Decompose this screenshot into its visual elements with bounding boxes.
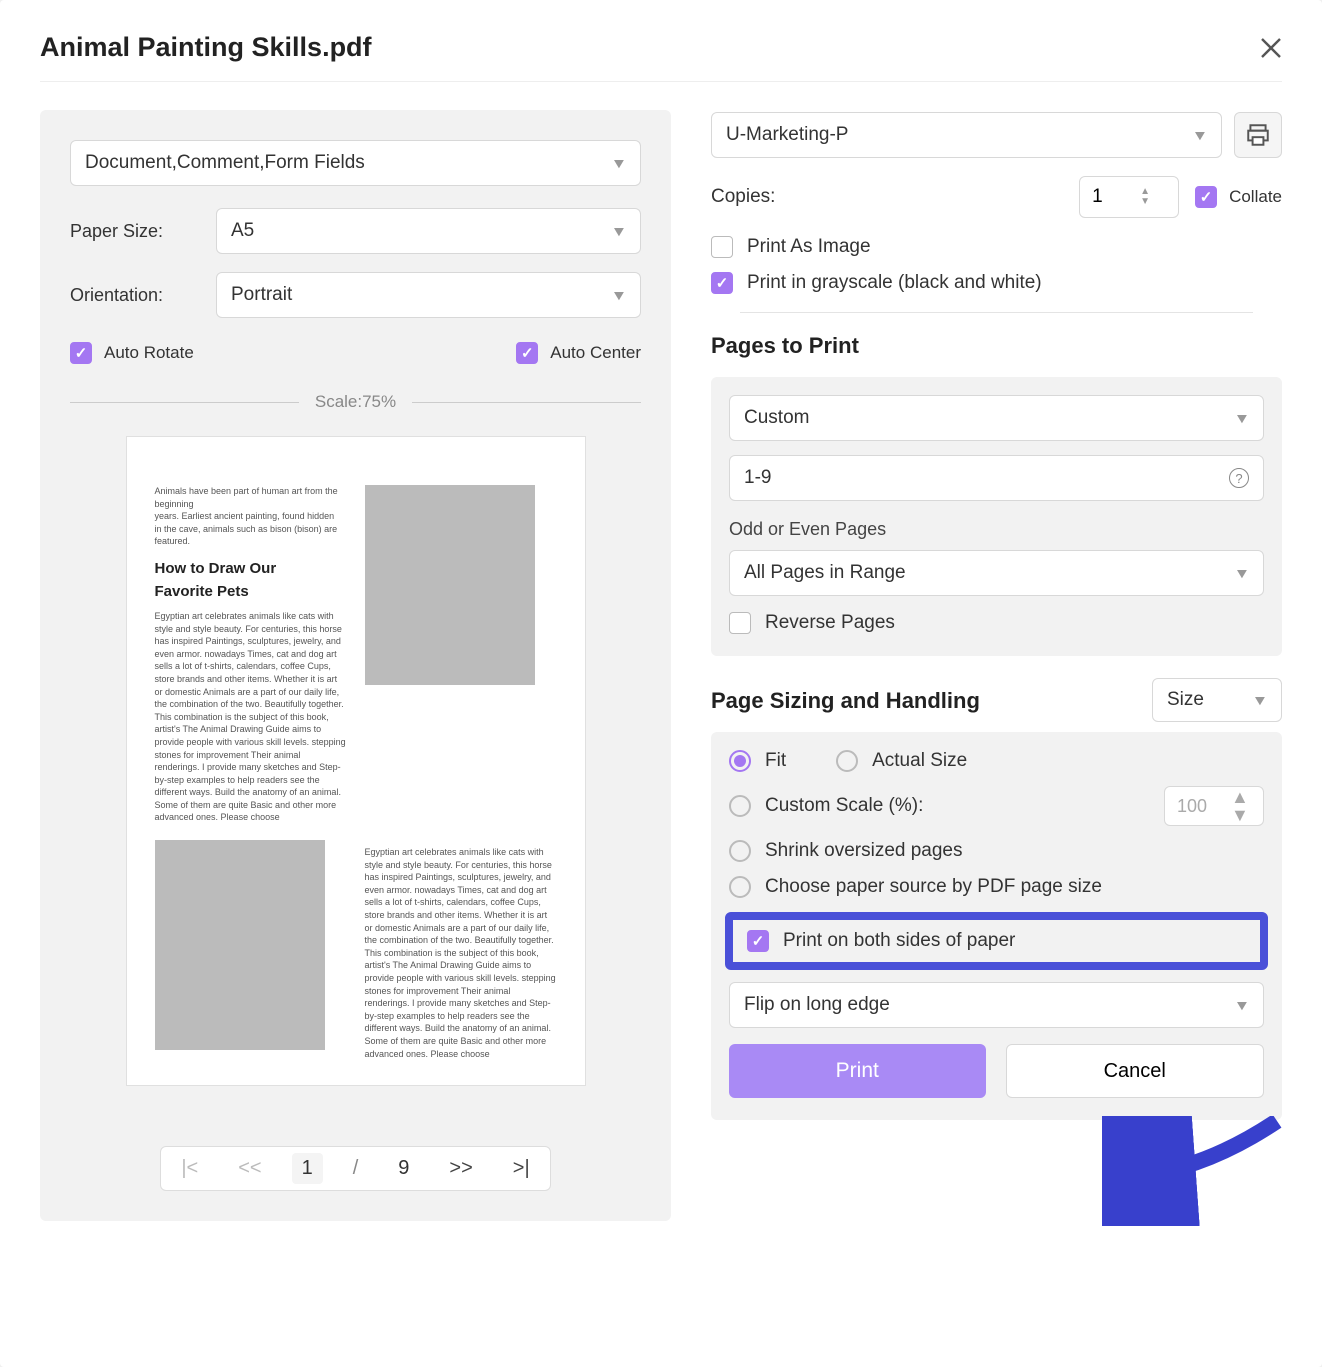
- printer-select[interactable]: U-Marketing-P ▼: [711, 112, 1222, 158]
- copies-input-field[interactable]: [1080, 186, 1140, 208]
- chevron-down-icon: ▼: [611, 223, 628, 239]
- chevron-down-icon: ▼: [611, 287, 628, 303]
- auto-center-checkbox[interactable]: [516, 342, 538, 364]
- orientation-value: Portrait: [231, 284, 292, 306]
- next-page-button[interactable]: >>: [439, 1153, 482, 1184]
- current-page-input[interactable]: 1: [292, 1153, 323, 1184]
- page-range-mode-value: Custom: [744, 407, 809, 429]
- collate-checkbox[interactable]: [1195, 186, 1217, 208]
- pages-to-print-heading: Pages to Print: [711, 333, 1282, 359]
- print-grayscale-label: Print in grayscale (black and white): [747, 272, 1042, 294]
- actual-size-radio[interactable]: [836, 750, 858, 772]
- print-content-value: Document,Comment,Form Fields: [85, 152, 365, 174]
- flip-value: Flip on long edge: [744, 994, 890, 1016]
- paper-size-select[interactable]: A5 ▼: [216, 208, 641, 254]
- chevron-down-icon: ▼: [1234, 997, 1251, 1013]
- custom-scale-input[interactable]: 100 ▲▼: [1164, 786, 1264, 826]
- prev-page-button[interactable]: <<: [228, 1153, 271, 1184]
- printer-properties-button[interactable]: [1234, 112, 1282, 158]
- page-sizing-heading: Page Sizing and Handling: [711, 688, 980, 714]
- custom-scale-radio[interactable]: [729, 795, 751, 817]
- size-mode-value: Size: [1167, 689, 1204, 711]
- print-preview: Animals have been part of human art from…: [126, 436, 586, 1086]
- dialog-title: Animal Painting Skills.pdf: [40, 32, 372, 63]
- total-pages: 9: [388, 1153, 419, 1184]
- print-content-select[interactable]: Document,Comment,Form Fields ▼: [70, 140, 641, 186]
- last-page-button[interactable]: >|: [503, 1153, 540, 1184]
- actual-size-label: Actual Size: [872, 750, 967, 772]
- size-mode-select[interactable]: Size ▼: [1152, 678, 1282, 722]
- spin-down-icon[interactable]: ▼: [1140, 197, 1150, 207]
- close-icon[interactable]: [1260, 37, 1282, 59]
- cancel-button[interactable]: Cancel: [1006, 1044, 1265, 1098]
- print-button[interactable]: Print: [729, 1044, 986, 1098]
- help-icon[interactable]: ?: [1229, 468, 1249, 488]
- odd-even-value: All Pages in Range: [744, 562, 906, 584]
- print-as-image-label: Print As Image: [747, 236, 871, 258]
- chevron-down-icon: ▼: [1234, 565, 1251, 581]
- collate-label: Collate: [1229, 187, 1282, 207]
- page-range-mode-select[interactable]: Custom ▼: [729, 395, 1264, 441]
- chevron-down-icon: ▼: [1192, 127, 1209, 143]
- preview-pager: |< << 1 / 9 >> >|: [160, 1146, 550, 1191]
- custom-scale-value: 100: [1165, 796, 1219, 817]
- first-page-button[interactable]: |<: [171, 1153, 208, 1184]
- page-separator: /: [343, 1153, 369, 1184]
- page-range-value: 1-9: [744, 467, 771, 489]
- chevron-down-icon: ▼: [1234, 410, 1251, 426]
- shrink-radio[interactable]: [729, 840, 751, 862]
- spin-down-icon[interactable]: ▼: [1219, 806, 1261, 824]
- copies-input[interactable]: ▲▼: [1079, 176, 1179, 218]
- choose-paper-label: Choose paper source by PDF page size: [765, 876, 1102, 898]
- copies-label: Copies:: [711, 186, 775, 208]
- spin-up-icon[interactable]: ▲: [1219, 788, 1261, 806]
- auto-rotate-checkbox[interactable]: [70, 342, 92, 364]
- flip-select[interactable]: Flip on long edge ▼: [729, 982, 1264, 1028]
- orientation-select[interactable]: Portrait ▼: [216, 272, 641, 318]
- auto-rotate-label: Auto Rotate: [104, 343, 194, 363]
- odd-even-label: Odd or Even Pages: [729, 519, 1264, 540]
- print-as-image-checkbox[interactable]: [711, 236, 733, 258]
- print-grayscale-checkbox[interactable]: [711, 272, 733, 294]
- scale-label: Scale:75%: [315, 392, 396, 412]
- orientation-label: Orientation:: [70, 285, 200, 306]
- custom-scale-label: Custom Scale (%):: [765, 795, 923, 817]
- paper-size-value: A5: [231, 220, 254, 242]
- reverse-pages-checkbox[interactable]: [729, 612, 751, 634]
- chevron-down-icon: ▼: [611, 155, 628, 171]
- odd-even-select[interactable]: All Pages in Range ▼: [729, 550, 1264, 596]
- chevron-down-icon: ▼: [1252, 692, 1269, 708]
- printer-icon: [1245, 122, 1271, 148]
- fit-label: Fit: [765, 750, 786, 772]
- paper-size-label: Paper Size:: [70, 221, 200, 242]
- page-range-input[interactable]: 1-9 ?: [729, 455, 1264, 501]
- choose-paper-radio[interactable]: [729, 876, 751, 898]
- reverse-pages-label: Reverse Pages: [765, 612, 895, 634]
- printer-value: U-Marketing-P: [726, 124, 848, 146]
- both-sides-label: Print on both sides of paper: [783, 930, 1015, 952]
- auto-center-label: Auto Center: [550, 343, 641, 363]
- shrink-label: Shrink oversized pages: [765, 840, 963, 862]
- both-sides-checkbox[interactable]: [747, 930, 769, 952]
- fit-radio[interactable]: [729, 750, 751, 772]
